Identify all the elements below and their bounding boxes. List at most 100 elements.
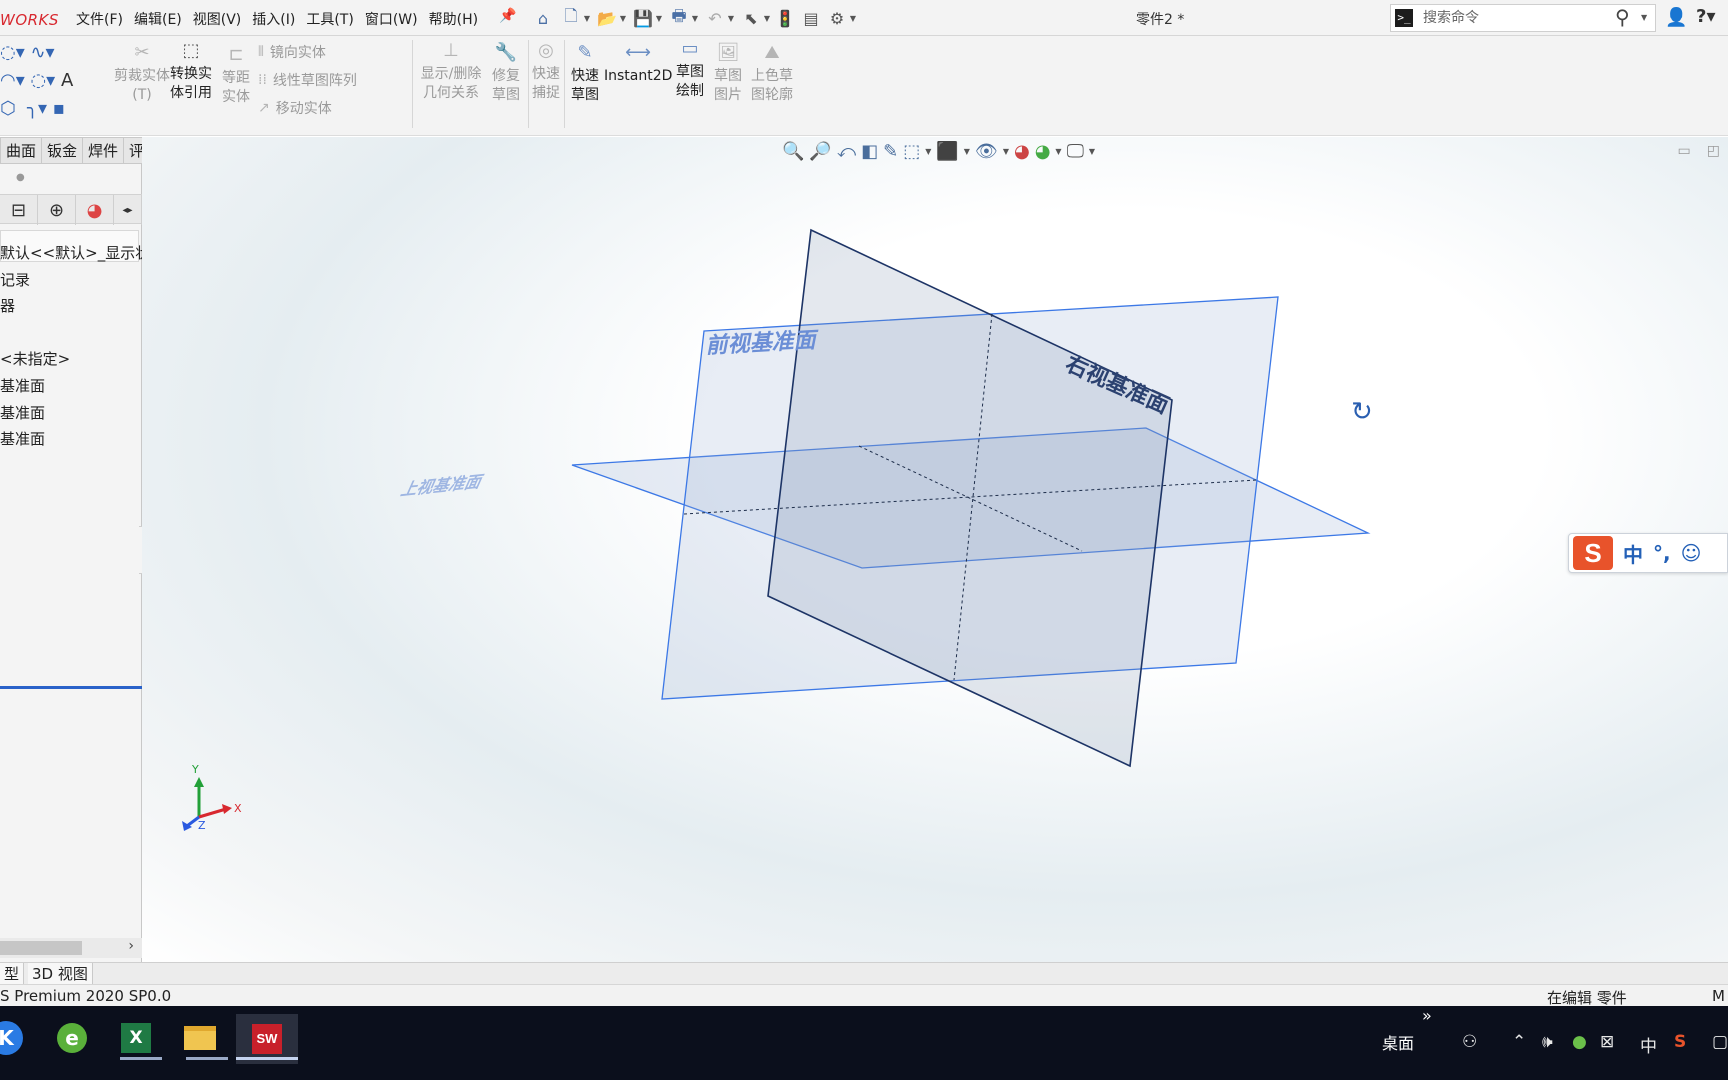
app-k-icon[interactable]: K xyxy=(0,1018,24,1058)
tree-item-display-state[interactable]: 默认<<默认>_显示状 xyxy=(0,242,142,263)
move-entities-button[interactable]: ↗ 移动实体 xyxy=(258,98,332,118)
solidworks-active-indicator xyxy=(236,1057,298,1060)
menu-view[interactable]: 视图(V) xyxy=(193,9,242,29)
linear-pattern-button[interactable]: ⁞⁞ 线性草图阵列 xyxy=(258,70,357,90)
ime-toolbar[interactable]: S 中 °, ☺ xyxy=(1568,533,1728,573)
open-caret-icon[interactable]: ▼ xyxy=(618,14,628,23)
tree-item-material[interactable]: <未指定> xyxy=(0,348,142,369)
undo-icon[interactable]: ↶ xyxy=(704,7,726,29)
shaded-contour-button[interactable]: ⛰ 上色草 图轮廓 xyxy=(746,42,798,105)
ime-indicator[interactable]: 中 xyxy=(1640,1032,1657,1057)
new-caret-icon[interactable]: ▼ xyxy=(582,14,592,23)
tab-model[interactable]: 型 xyxy=(0,963,25,985)
triad-z-label: Z xyxy=(198,819,206,832)
relations-icon: ⊥ xyxy=(443,40,459,61)
select-caret-icon[interactable]: ▼ xyxy=(762,14,772,23)
polygon-icon[interactable]: ⬡ ╮▾ ▪ xyxy=(0,98,65,119)
move-icon: ↗ xyxy=(258,100,270,116)
ime-mode-toggle[interactable]: 中 xyxy=(1623,539,1643,568)
sketch-button[interactable]: ▭ 草图 绘制 xyxy=(670,38,710,101)
graphics-area[interactable]: 🔍 🔎 ⤺ ◧ ✎ ⬚ ▼ ⬛ ▼ 👁 ▼ ◕ ◕ ▼ 🖵 ▼ ▭ ◰ 前视基准面 右视基… xyxy=(142,137,1728,962)
instant2d-button[interactable]: ⟷ Instant2D xyxy=(604,42,672,86)
scroll-thumb[interactable] xyxy=(0,941,82,955)
property-manager-icon[interactable]: ⊟ xyxy=(0,195,38,225)
convert-entities-button[interactable]: ⬚ 转换实 体引用 xyxy=(166,40,216,103)
save-caret-icon[interactable]: ▼ xyxy=(654,14,664,23)
notification-icon[interactable]: ▢ xyxy=(1712,1032,1728,1052)
quick-access-toolbar: ⌂ 🗋 ▼ 📂 ▼ 💾 ▼ 🖶 ▼ ↶ ▼ ⬉ ▼ 🚦 ▤ ⚙ ▼ xyxy=(532,6,858,30)
menu-edit[interactable]: 编辑(E) xyxy=(134,9,182,29)
file-explorer-icon[interactable] xyxy=(180,1018,220,1058)
appearance-manager-icon[interactable]: ◕ xyxy=(76,195,114,225)
pin-menu-icon[interactable]: 📌 xyxy=(499,8,516,24)
sketch-picture-button[interactable]: 🖼 草图 图片 xyxy=(710,42,746,105)
rapid-sketch-button[interactable]: ✎ 快速 草图 xyxy=(566,42,604,105)
units-text[interactable]: M xyxy=(1712,987,1725,1005)
arc-icon[interactable]: ◠▾ ◌▾ A xyxy=(0,70,73,91)
sogou-tray-icon[interactable]: S xyxy=(1674,1032,1686,1052)
options-icon[interactable]: ⚙ xyxy=(826,7,848,29)
toolbar-expand-icon[interactable]: » xyxy=(1422,1006,1432,1025)
tree-item-front-plane[interactable]: 基准面 xyxy=(0,375,142,396)
select-icon[interactable]: ⬉ xyxy=(740,7,762,29)
home-icon[interactable]: ⌂ xyxy=(532,7,554,29)
search-caret-icon[interactable]: ▼ xyxy=(1641,13,1647,22)
rebuild-icon[interactable]: 🚦 xyxy=(774,7,796,29)
trim-entities-button[interactable]: ✂ 剪裁实体(T) xyxy=(114,42,170,105)
tree-item-top-plane[interactable]: 基准面 xyxy=(0,402,142,423)
print-caret-icon[interactable]: ▼ xyxy=(690,14,700,23)
tray-expand-icon[interactable]: ⌃ xyxy=(1512,1032,1526,1052)
rollback-bar[interactable] xyxy=(0,686,142,689)
save-icon[interactable]: 💾 xyxy=(632,7,654,29)
search-icon[interactable]: ⚲ xyxy=(1615,5,1630,29)
menu-file[interactable]: 文件(F) xyxy=(76,9,123,29)
volume-icon[interactable]: 🕪 xyxy=(1542,1032,1553,1052)
excel-active-indicator xyxy=(120,1057,162,1060)
scroll-right-icon[interactable]: › xyxy=(128,938,134,954)
people-icon[interactable]: ⚇ xyxy=(1462,1032,1477,1052)
tabs-scroll-icon[interactable]: ◂▸ xyxy=(114,195,142,225)
network-icon[interactable]: ⊠ xyxy=(1600,1032,1614,1052)
instant2d-icon: ⟷ xyxy=(625,42,651,63)
emoji-icon[interactable]: ☺ xyxy=(1681,541,1702,565)
new-document-icon[interactable]: 🗋 xyxy=(560,6,582,29)
tab-weldments[interactable]: 焊件 xyxy=(83,137,125,164)
search-input[interactable] xyxy=(1423,8,1593,28)
offset-entities-button[interactable]: ⊏ 等距 实体 xyxy=(218,44,254,107)
circle-icon[interactable]: ◌▾ ∿▾ xyxy=(0,42,55,63)
tree-item-sensors[interactable]: 器 xyxy=(0,295,142,316)
mirror-entities-button[interactable]: ⫴ 镜向实体 xyxy=(258,42,326,62)
options-caret-icon[interactable]: ▼ xyxy=(848,14,858,23)
quick-snaps-button[interactable]: ◎ 快速 捕捉 xyxy=(530,40,562,103)
desktop-toolbar[interactable]: 桌面 xyxy=(1382,1030,1414,1054)
security-icon[interactable]: ● xyxy=(1572,1032,1587,1052)
sogou-logo-icon: S xyxy=(1573,536,1613,570)
tab-sheet-metal[interactable]: 钣金 xyxy=(42,137,84,164)
menu-insert[interactable]: 插入(I) xyxy=(252,9,295,29)
user-icon[interactable]: 👤 xyxy=(1665,7,1687,28)
undo-caret-icon[interactable]: ▼ xyxy=(726,14,736,23)
ribbon-separator xyxy=(412,40,413,128)
menu-tools[interactable]: 工具(T) xyxy=(306,9,353,29)
tab-3d-views[interactable]: 3D 视图 xyxy=(28,963,93,985)
tree-item-right-plane[interactable]: 基准面 xyxy=(0,428,142,449)
command-tabs: 曲面 钣金 焊件 评估 xyxy=(0,137,166,164)
tree-item-history[interactable]: 记录 xyxy=(0,269,142,290)
browser-icon[interactable]: e xyxy=(52,1018,92,1058)
trim-icon: ✂ xyxy=(134,42,150,63)
tree-scrollbar[interactable]: › xyxy=(0,938,142,958)
tab-surfaces[interactable]: 曲面 xyxy=(0,137,43,164)
panel-grip-icon[interactable]: ● xyxy=(16,172,25,183)
help-icon[interactable]: ?▾ xyxy=(1696,6,1715,27)
configuration-manager-icon[interactable]: ⊕ xyxy=(38,195,76,225)
file-properties-icon[interactable]: ▤ xyxy=(800,7,822,29)
repair-sketch-button[interactable]: 🔧 修复 草图 xyxy=(488,42,524,105)
excel-icon[interactable]: X xyxy=(116,1018,156,1058)
menu-help[interactable]: 帮助(H) xyxy=(429,9,478,29)
open-icon[interactable]: 📂 xyxy=(596,7,618,29)
ime-punct-toggle[interactable]: °, xyxy=(1653,541,1671,565)
menu-window[interactable]: 窗口(W) xyxy=(365,9,418,29)
display-relations-button[interactable]: ⊥ 显示/删除 几何关系 xyxy=(416,40,486,103)
print-icon[interactable]: 🖶 xyxy=(668,6,690,29)
sketch-icon: ▭ xyxy=(681,38,699,59)
